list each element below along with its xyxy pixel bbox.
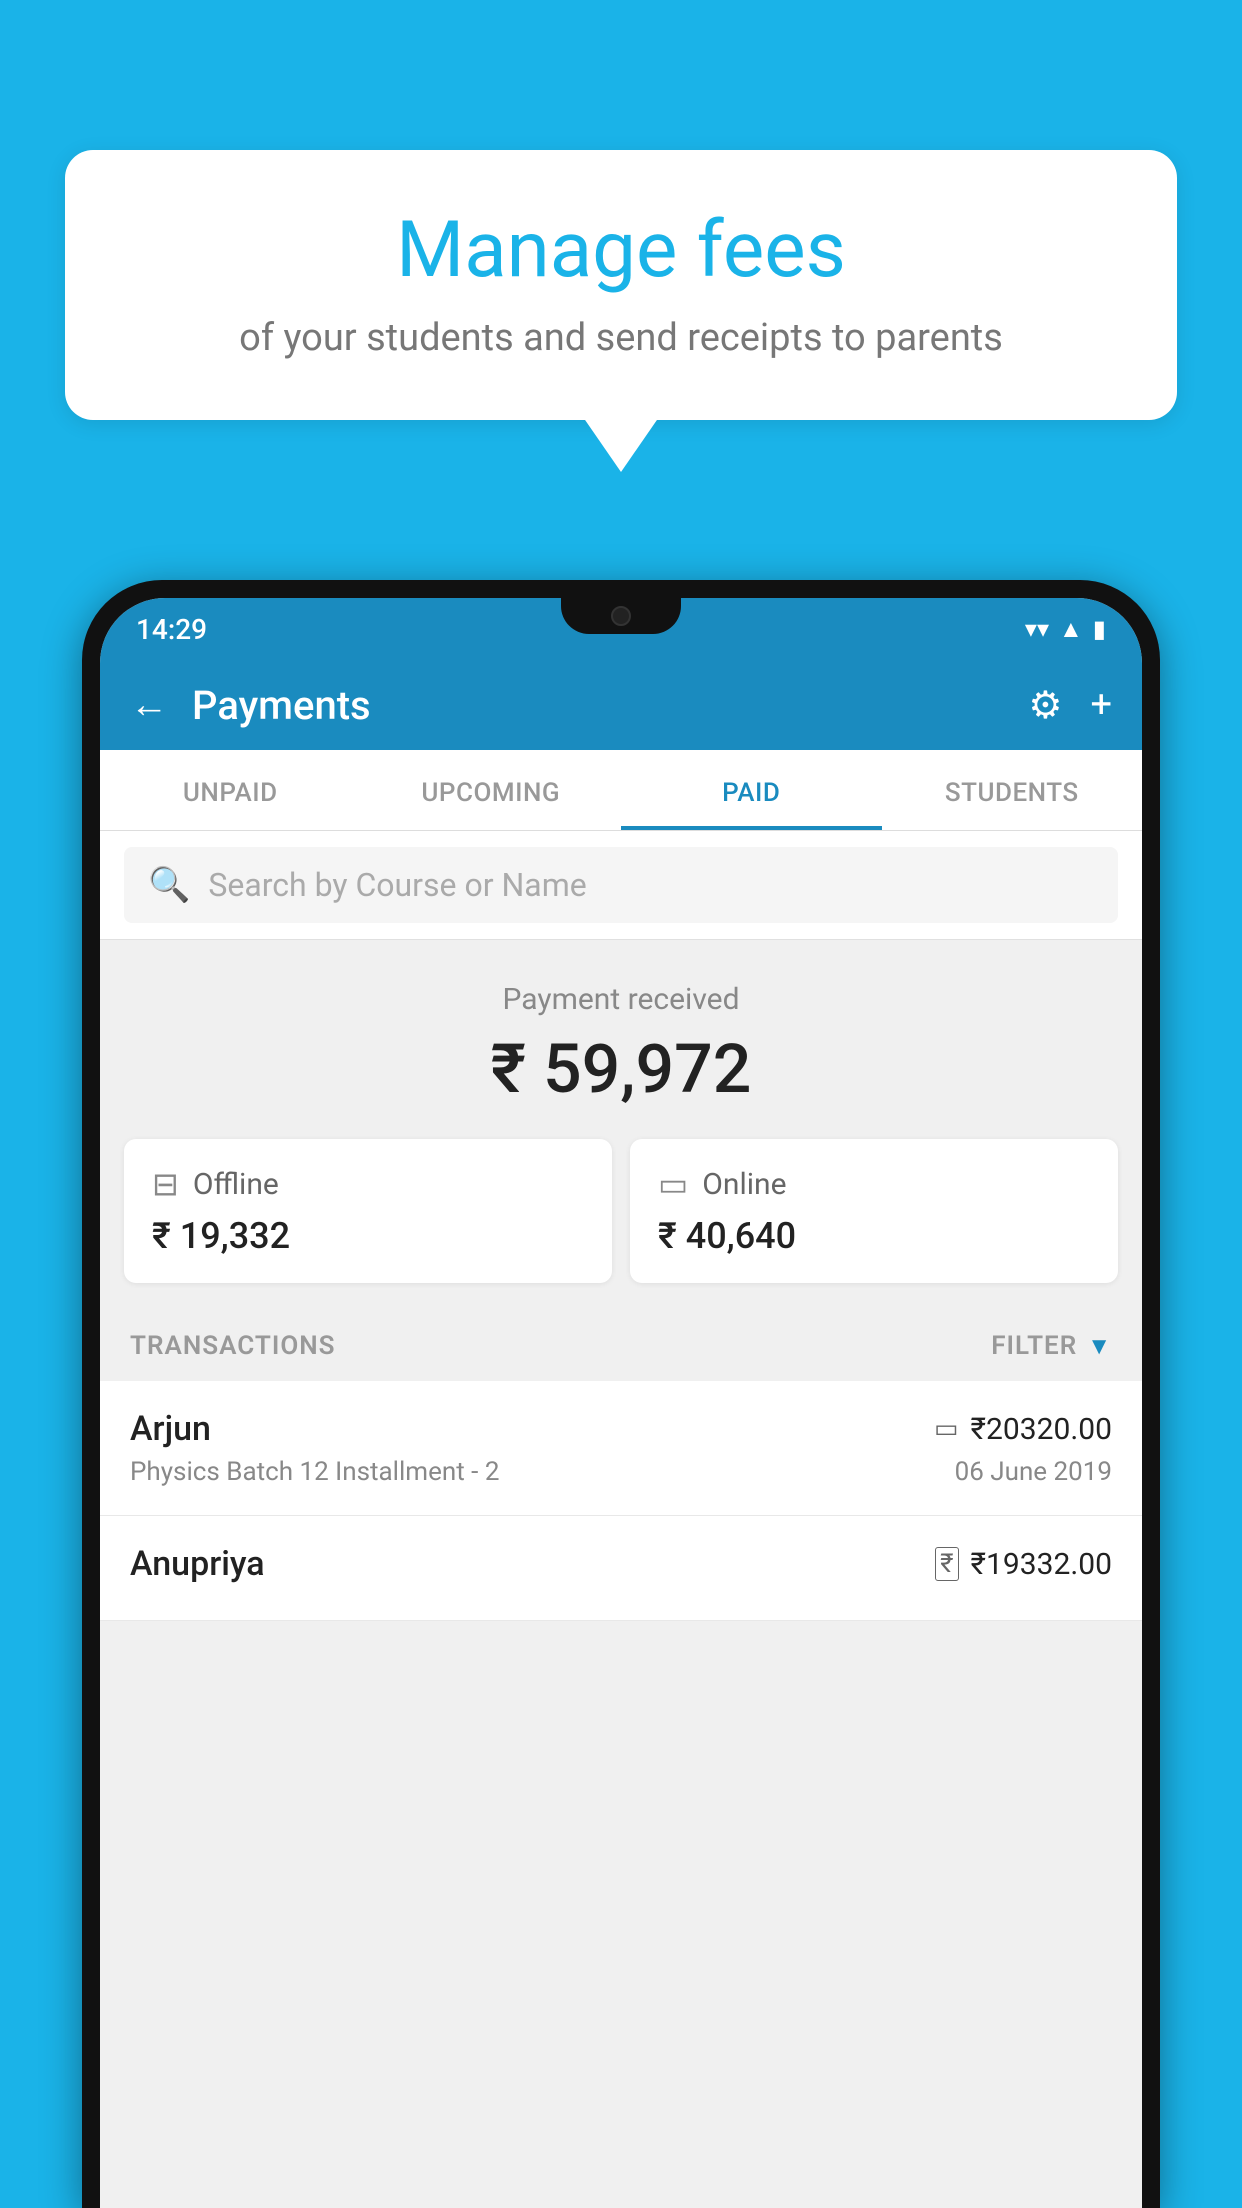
- app-bar: ← Payments ⚙ +: [100, 660, 1142, 750]
- offline-card-header: ⊟ Offline: [152, 1165, 584, 1203]
- transaction-main-arjun: Arjun ▭ ₹20320.00: [130, 1409, 1112, 1449]
- camera: [611, 606, 631, 626]
- transaction-row-anupriya: Anupriya ₹ ₹19332.00: [100, 1516, 1142, 1621]
- phone-notch: [561, 598, 681, 634]
- card-icon-arjun: ▭: [934, 1414, 959, 1444]
- transaction-name-anupriya: Anupriya: [130, 1544, 265, 1584]
- filter-button[interactable]: FILTER ▼: [991, 1331, 1112, 1361]
- search-icon: 🔍: [148, 865, 190, 905]
- tab-paid[interactable]: PAID: [621, 750, 882, 830]
- transaction-name-arjun: Arjun: [130, 1409, 211, 1449]
- tab-unpaid[interactable]: UNPAID: [100, 750, 361, 830]
- filter-text: FILTER: [991, 1331, 1077, 1361]
- payment-received-section: Payment received ₹ 59,972: [100, 940, 1142, 1139]
- offline-payment-icon: ⊟: [152, 1165, 179, 1203]
- transaction-sub-arjun: Physics Batch 12 Installment - 2 06 June…: [130, 1457, 1112, 1487]
- transaction-row: Arjun ▭ ₹20320.00 Physics Batch 12 Insta…: [100, 1381, 1142, 1516]
- online-card: ▭ Online ₹ 40,640: [630, 1139, 1118, 1283]
- transaction-amount-value-anupriya: ₹19332.00: [971, 1547, 1112, 1582]
- transactions-label: TRANSACTIONS: [130, 1331, 336, 1361]
- transaction-amount-arjun: ▭ ₹20320.00: [934, 1412, 1112, 1447]
- transaction-amount-anupriya: ₹ ₹19332.00: [935, 1547, 1112, 1582]
- transaction-amount-value-arjun: ₹20320.00: [971, 1412, 1112, 1447]
- tab-students[interactable]: STUDENTS: [882, 750, 1143, 830]
- settings-icon[interactable]: ⚙: [1028, 683, 1062, 728]
- search-placeholder: Search by Course or Name: [208, 866, 586, 904]
- status-icons: ▾▾ ▲ ▮: [1025, 615, 1106, 644]
- offline-card: ⊟ Offline ₹ 19,332: [124, 1139, 612, 1283]
- phone-frame: 14:29 ▾▾ ▲ ▮ ← Payments ⚙ + UNPAID UPCOM…: [82, 580, 1160, 2208]
- signal-icon: ▲: [1059, 615, 1083, 644]
- status-time: 14:29: [136, 613, 207, 646]
- payment-label: Payment received: [130, 982, 1112, 1017]
- content-area: Payment received ₹ 59,972 ⊟ Offline ₹ 19…: [100, 940, 1142, 1621]
- filter-icon: ▼: [1087, 1332, 1112, 1361]
- payment-total-amount: ₹ 59,972: [130, 1029, 1112, 1109]
- transaction-course-arjun: Physics Batch 12 Installment - 2: [130, 1457, 499, 1487]
- online-amount: ₹ 40,640: [658, 1215, 1090, 1257]
- back-button[interactable]: ←: [130, 683, 168, 727]
- offline-label: Offline: [193, 1167, 279, 1202]
- speech-bubble: Manage fees of your students and send re…: [65, 150, 1177, 420]
- wifi-icon: ▾▾: [1025, 615, 1049, 643]
- online-card-header: ▭ Online: [658, 1165, 1090, 1203]
- cash-icon-anupriya: ₹: [935, 1547, 958, 1581]
- battery-icon: ▮: [1093, 615, 1106, 643]
- online-label: Online: [702, 1167, 786, 1202]
- search-container: 🔍 Search by Course or Name: [100, 831, 1142, 940]
- payment-cards-row: ⊟ Offline ₹ 19,332 ▭ Online ₹ 40,640: [100, 1139, 1142, 1307]
- offline-amount: ₹ 19,332: [152, 1215, 584, 1257]
- speech-bubble-title: Manage fees: [125, 205, 1117, 296]
- page-title: Payments: [192, 682, 1004, 729]
- app-bar-actions: ⚙ +: [1028, 683, 1112, 728]
- transactions-header: TRANSACTIONS FILTER ▼: [100, 1307, 1142, 1381]
- speech-bubble-subtitle: of your students and send receipts to pa…: [125, 316, 1117, 360]
- transaction-main-anupriya: Anupriya ₹ ₹19332.00: [130, 1544, 1112, 1584]
- add-icon[interactable]: +: [1090, 683, 1112, 727]
- tab-upcoming[interactable]: UPCOMING: [361, 750, 622, 830]
- phone-screen: 14:29 ▾▾ ▲ ▮ ← Payments ⚙ + UNPAID UPCOM…: [100, 598, 1142, 2208]
- search-bar[interactable]: 🔍 Search by Course or Name: [124, 847, 1118, 923]
- online-payment-icon: ▭: [658, 1165, 688, 1203]
- speech-bubble-container: Manage fees of your students and send re…: [65, 150, 1177, 420]
- transaction-date-arjun: 06 June 2019: [955, 1457, 1112, 1487]
- tabs-bar: UNPAID UPCOMING PAID STUDENTS: [100, 750, 1142, 831]
